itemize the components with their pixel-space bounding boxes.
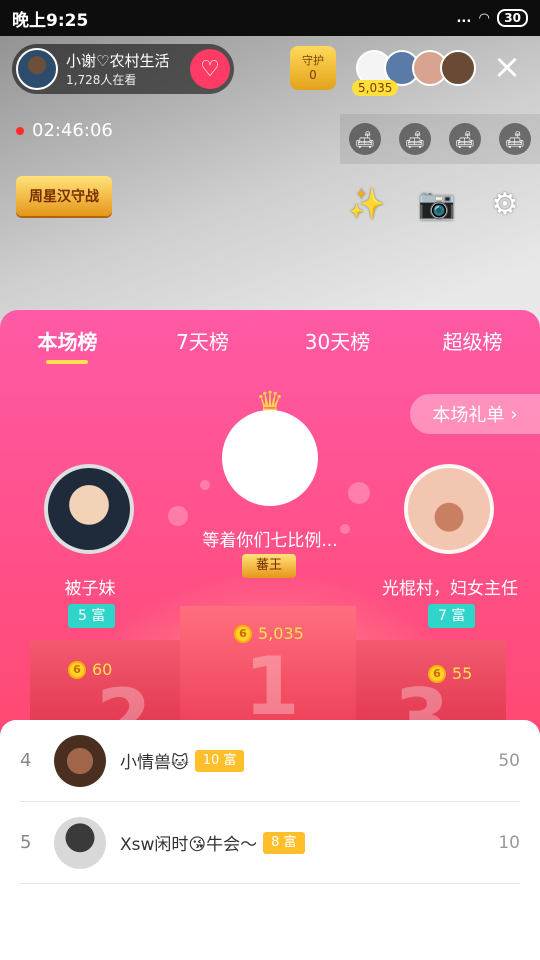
list-score: 50 [498,750,520,771]
guard-label: 守护 [302,54,324,67]
viewer-avatar[interactable] [440,50,476,86]
live-dot-icon [16,126,24,135]
seat-icon[interactable]: 🛋 [399,123,431,155]
second-place-amount: 6 60 [68,660,112,679]
tab-30-days[interactable]: 30天榜 [270,326,405,355]
list-name: 小情兽🐱 [120,753,189,773]
decor-bubble [168,506,188,526]
coin-icon: 6 [68,660,86,679]
host-name: 小谢♡农村生活 [66,52,170,70]
third-place-level: 7 富 [428,604,476,628]
guard-count: 0 [309,68,317,82]
third-place-avatar[interactable] [404,464,494,554]
camera-flip-icon[interactable]: 📷 [418,186,456,224]
status-icons: ... ◠ 30 [456,9,528,27]
list-score: 10 [498,832,520,853]
list-item[interactable]: 5 Xsw闲时😘牛会～ 8 富 10 [20,802,520,884]
list-level-badge: 10 富 [194,749,245,772]
list-avatar[interactable] [54,816,106,869]
decor-bubble [200,480,210,490]
host-avatar[interactable] [16,48,58,90]
tab-7-days[interactable]: 7天榜 [135,326,270,355]
wifi-icon: ◠ [479,10,490,26]
third-place-amount: 6 55 [428,664,472,683]
list-level-badge: 8 富 [263,831,305,854]
ranking-tabs: 本场榜 7天榜 30天榜 超级榜 [0,326,540,355]
top-viewer-count: 5,035 [352,80,399,96]
guard-badge[interactable]: 守护 0 [290,46,336,90]
settings-gear-icon[interactable]: ⚙ [486,186,524,224]
first-place-amount: 6 5,035 [234,624,304,643]
seat-icon[interactable]: 🛋 [499,123,531,155]
list-avatar[interactable] [54,734,106,787]
status-time: 晚上9:25 [12,10,89,31]
coin-icon: 6 [428,664,446,683]
seat-icon[interactable]: 🛋 [449,123,481,155]
second-place-name: 被子妹 [64,579,116,599]
host-info[interactable]: 小谢♡农村生活 1,728人在看 ♡ [12,44,234,94]
coin-icon: 6 [234,624,252,643]
active-tab-indicator [46,360,88,364]
live-timer: 02:46:06 [16,120,113,141]
status-bar: 晚上9:25 ... ◠ 30 [0,0,540,36]
magic-wand-icon[interactable]: ✨ [348,186,386,224]
seat-icon[interactable]: 🛋 [349,123,381,155]
first-place-avatar[interactable] [222,410,318,506]
second-place-avatar[interactable] [44,464,134,554]
third-place-name: 光棍村，妇女主任 [382,579,518,599]
decor-bubble [348,482,370,504]
follow-heart-button[interactable]: ♡ [190,49,230,89]
seat-row: 🛋 🛋 🛋 🛋 [340,114,540,164]
gift-list-label: 本场礼单 [432,405,505,426]
list-rank: 4 [20,750,32,771]
third-place-amount-value: 55 [452,664,473,683]
host-viewers: 1,728人在看 [66,73,137,87]
host-text: 小谢♡农村生活 1,728人在看 [66,50,169,88]
chevron-right-icon: › [510,403,518,425]
tab-current-show[interactable]: 本场榜 [0,326,135,355]
list-name: Xsw闲时😘牛会～ [120,835,258,855]
tab-super[interactable]: 超级榜 [405,326,540,355]
list-rank: 5 [20,832,32,853]
first-place-amount-value: 5,035 [258,624,304,643]
weekly-star-badge[interactable]: 周星汉守战 [16,176,112,216]
elapsed-time: 02:46:06 [32,120,113,141]
gift-list-button[interactable]: 本场礼单 › [410,394,540,434]
second-place-level: 5 富 [68,604,116,628]
second-place-amount-value: 60 [92,660,113,679]
ranking-list: 4 小情兽🐱 10 富 50 5 Xsw闲时😘牛会～ 8 富 10 [0,720,540,960]
king-badge: 蕃王 [242,554,296,578]
battery-icon: 30 [497,9,528,27]
signal-icon: ... [456,10,472,26]
close-icon[interactable]: × [490,50,524,84]
first-place-name: 等着你们七比例... [202,531,338,551]
list-item[interactable]: 4 小情兽🐱 10 富 50 [20,720,520,802]
